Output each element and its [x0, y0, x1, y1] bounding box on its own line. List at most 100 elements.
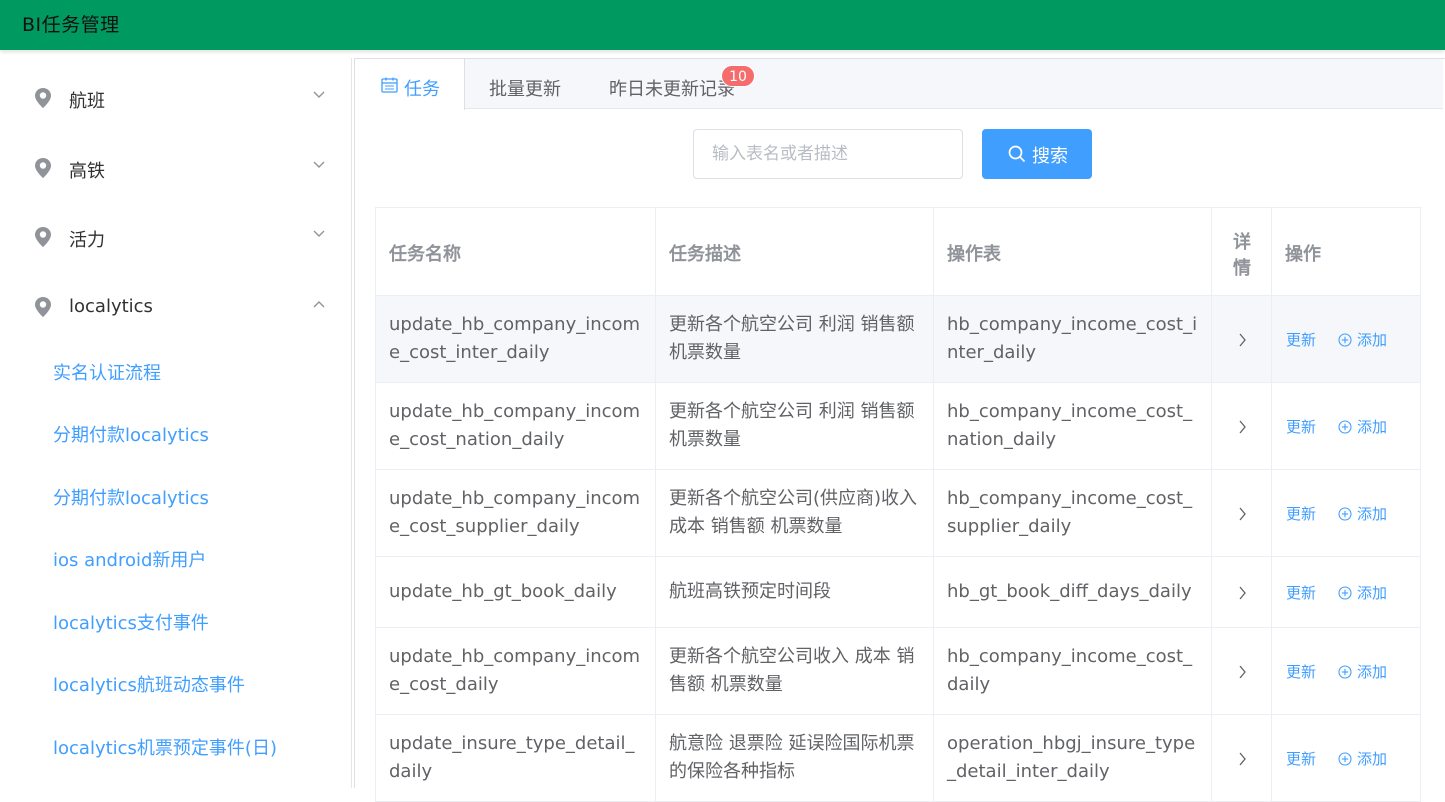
cell-op-table: hb_company_income_cost_inter_daily [934, 296, 1212, 382]
sidebar-group-label: 活力 [69, 230, 105, 251]
update-button[interactable]: 更新 [1286, 329, 1316, 350]
main-panel: 任务 批量更新 昨日未更新记录 10 搜索 任务名称 任务描述 操作表 详 情 … [354, 58, 1445, 802]
chevron-right-icon[interactable] [1238, 507, 1247, 521]
search-button-label: 搜索 [1032, 146, 1068, 167]
location-pin-icon [35, 227, 51, 247]
task-name: update_hb_gt_book_daily [389, 581, 617, 602]
sidebar-sub-item[interactable]: 分期付款localytics [3, 403, 351, 465]
sidebar-sub-item[interactable]: localytics支付事件 [3, 591, 351, 653]
chevron-down-icon [313, 91, 325, 98]
plus-circle-icon [1338, 420, 1352, 434]
op-table: hb_company_income_cost_supplier_daily [947, 488, 1193, 537]
cell-task-name: update_hb_company_income_cost_nation_dai… [376, 383, 656, 469]
plus-circle-icon [1338, 665, 1352, 679]
cell-op-table: hb_gt_book_diff_days_daily [934, 557, 1212, 627]
cell-op-table: operation_hbgj_insure_type_detail_inter_… [934, 715, 1212, 801]
table-row: update_insure_type_detail_daily 航意险 退票险 … [376, 715, 1420, 802]
cell-detail [1212, 296, 1272, 382]
sidebar-sub-item[interactable]: ios android新用户 [3, 528, 351, 590]
cell-task-desc: 更新各个航空公司 利润 销售额 机票数量 [656, 296, 934, 382]
sidebar-group-localytics[interactable]: localytics [3, 270, 351, 340]
table-row: update_hb_company_income_cost_daily 更新各个… [376, 628, 1420, 715]
chevron-up-icon [313, 301, 325, 308]
chevron-right-icon[interactable] [1238, 665, 1247, 679]
sidebar-sub-item[interactable]: 实名认证流程 [3, 341, 351, 403]
header-op-table: 操作表 [947, 244, 1001, 265]
tab-label: 任务 [404, 79, 440, 100]
table-row: update_hb_company_income_cost_supplier_d… [376, 470, 1420, 557]
add-button[interactable]: 添加 [1338, 329, 1387, 350]
chevron-down-icon [313, 230, 325, 237]
sidebar-sub-item-label: 分期付款localytics [53, 425, 209, 446]
cell-task-name: update_insure_type_detail_daily [376, 715, 656, 801]
tab-label: 批量更新 [489, 79, 561, 100]
location-pin-icon [35, 88, 51, 108]
add-button-label: 添加 [1357, 505, 1388, 523]
tab-bar: 任务 批量更新 昨日未更新记录 10 [355, 59, 1443, 110]
cell-task-desc: 更新各个航空公司收入 成本 销售额 机票数量 [656, 628, 934, 714]
cell-detail [1212, 715, 1272, 801]
sidebar-group-label: 航班 [69, 91, 105, 112]
header-detail-line-1: 详 [1233, 232, 1251, 253]
plus-circle-icon [1338, 333, 1352, 347]
sidebar-sub-item-label: localytics机票预定事件(日) [53, 738, 277, 759]
plus-circle-icon [1338, 752, 1352, 766]
cell-op-table: hb_company_income_cost_nation_daily [934, 383, 1212, 469]
search-button[interactable]: 搜索 [982, 129, 1092, 179]
cell-actions: 更新 添加 [1272, 628, 1422, 714]
cell-detail [1212, 557, 1272, 627]
sidebar-group-rail[interactable]: 高铁 [3, 131, 351, 201]
add-button-label: 添加 [1357, 331, 1388, 349]
task-desc: 更新各个航空公司 利润 销售额 机票数量 [669, 401, 915, 450]
sidebar-sub-item-label: ios android新用户 [53, 550, 207, 571]
add-button[interactable]: 添加 [1338, 503, 1387, 524]
cell-detail [1212, 383, 1272, 469]
task-name: update_hb_company_income_cost_supplier_d… [389, 488, 641, 537]
header-task-desc: 任务描述 [669, 244, 741, 265]
cell-actions: 更新 添加 [1272, 557, 1422, 627]
chevron-right-icon[interactable] [1238, 586, 1247, 600]
header-cell: 任务描述 [656, 208, 934, 295]
cell-task-desc: 航意险 退票险 延误险国际机票的保险各种指标 [656, 715, 934, 801]
chevron-right-icon[interactable] [1238, 333, 1247, 347]
add-button-label: 添加 [1357, 750, 1388, 768]
header-cell: 详 情 [1212, 208, 1272, 295]
sidebar-sub-item-label: 分期付款localytics [53, 488, 209, 509]
cell-detail [1212, 470, 1272, 556]
sidebar-group-vitality[interactable]: 活力 [3, 200, 351, 270]
update-button[interactable]: 更新 [1286, 416, 1316, 437]
search-input[interactable] [693, 129, 963, 179]
sidebar-group-label: localytics [69, 296, 153, 317]
update-button[interactable]: 更新 [1286, 503, 1316, 524]
sidebar-sub-item[interactable]: localytics机票预定事件(日) [3, 716, 351, 778]
tab-batch-update[interactable]: 批量更新 [465, 59, 589, 109]
tab-tasks[interactable]: 任务 [355, 59, 465, 110]
add-button[interactable]: 添加 [1338, 661, 1387, 682]
add-button[interactable]: 添加 [1338, 748, 1387, 769]
update-button[interactable]: 更新 [1286, 661, 1316, 682]
sidebar-sub-item[interactable]: localytics航班动态事件 [3, 653, 351, 715]
update-button[interactable]: 更新 [1286, 748, 1316, 769]
update-button[interactable]: 更新 [1286, 582, 1316, 603]
sidebar-group-flight[interactable]: 航班 [3, 61, 351, 131]
plus-circle-icon [1338, 586, 1352, 600]
add-button-label: 添加 [1357, 584, 1388, 602]
add-button[interactable]: 添加 [1338, 416, 1387, 437]
sidebar-sub-item-label: 实名认证流程 [53, 363, 161, 384]
task-desc: 更新各个航空公司收入 成本 销售额 机票数量 [669, 646, 915, 695]
sidebar-sub-item-label: localytics航班动态事件 [53, 675, 245, 696]
sidebar-sub-item[interactable]: 分期付款localytics [3, 466, 351, 528]
table-row: update_hb_company_income_cost_inter_dail… [376, 296, 1420, 383]
add-button-label: 添加 [1357, 418, 1388, 436]
header-task-name: 任务名称 [389, 244, 461, 265]
sidebar-group-label: 高铁 [69, 161, 105, 182]
chevron-right-icon[interactable] [1238, 420, 1247, 434]
task-name: update_insure_type_detail_daily [389, 733, 635, 782]
top-header-bar: BI任务管理 [0, 0, 1445, 50]
cell-task-name: update_hb_gt_book_daily [376, 557, 656, 627]
sidebar-menu: 航班 高铁 活力 localytics 实名认证流程 分期付款localytic… [3, 58, 352, 788]
header-detail-line-2: 情 [1233, 258, 1251, 279]
cell-task-name: update_hb_company_income_cost_daily [376, 628, 656, 714]
add-button[interactable]: 添加 [1338, 582, 1387, 603]
chevron-right-icon[interactable] [1238, 752, 1247, 766]
